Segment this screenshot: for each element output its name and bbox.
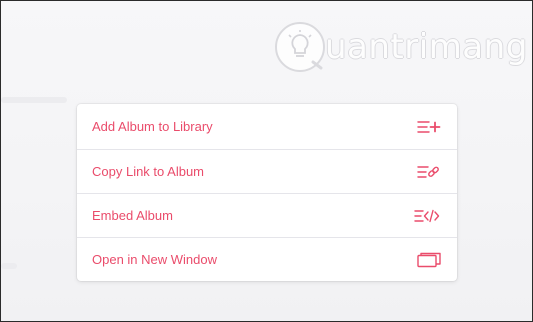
album-context-menu: Add Album to Library Copy Link to Album xyxy=(77,104,457,281)
copy-link-to-album-item[interactable]: Copy Link to Album xyxy=(77,149,457,193)
menu-item-label: Embed Album xyxy=(92,208,173,223)
app-frame: uantrimang Add Album to Library Copy Lin… xyxy=(0,0,533,322)
list-add-icon xyxy=(413,118,441,136)
menu-item-label: Open in New Window xyxy=(92,252,217,267)
menu-item-label: Copy Link to Album xyxy=(92,164,205,179)
list-link-icon xyxy=(413,163,441,181)
open-in-new-window-item[interactable]: Open in New Window xyxy=(77,237,457,281)
menu-item-label: Add Album to Library xyxy=(92,119,213,134)
watermark: uantrimang xyxy=(273,19,528,75)
new-window-icon xyxy=(413,251,441,269)
watermark-text: uantrimang xyxy=(325,27,528,67)
embed-album-item[interactable]: Embed Album xyxy=(77,193,457,237)
lightbulb-logo-icon xyxy=(275,22,325,72)
list-code-icon xyxy=(413,207,441,225)
background-text-placeholder xyxy=(1,263,17,269)
add-album-to-library-item[interactable]: Add Album to Library xyxy=(77,104,457,149)
background-text-placeholder xyxy=(1,97,67,103)
